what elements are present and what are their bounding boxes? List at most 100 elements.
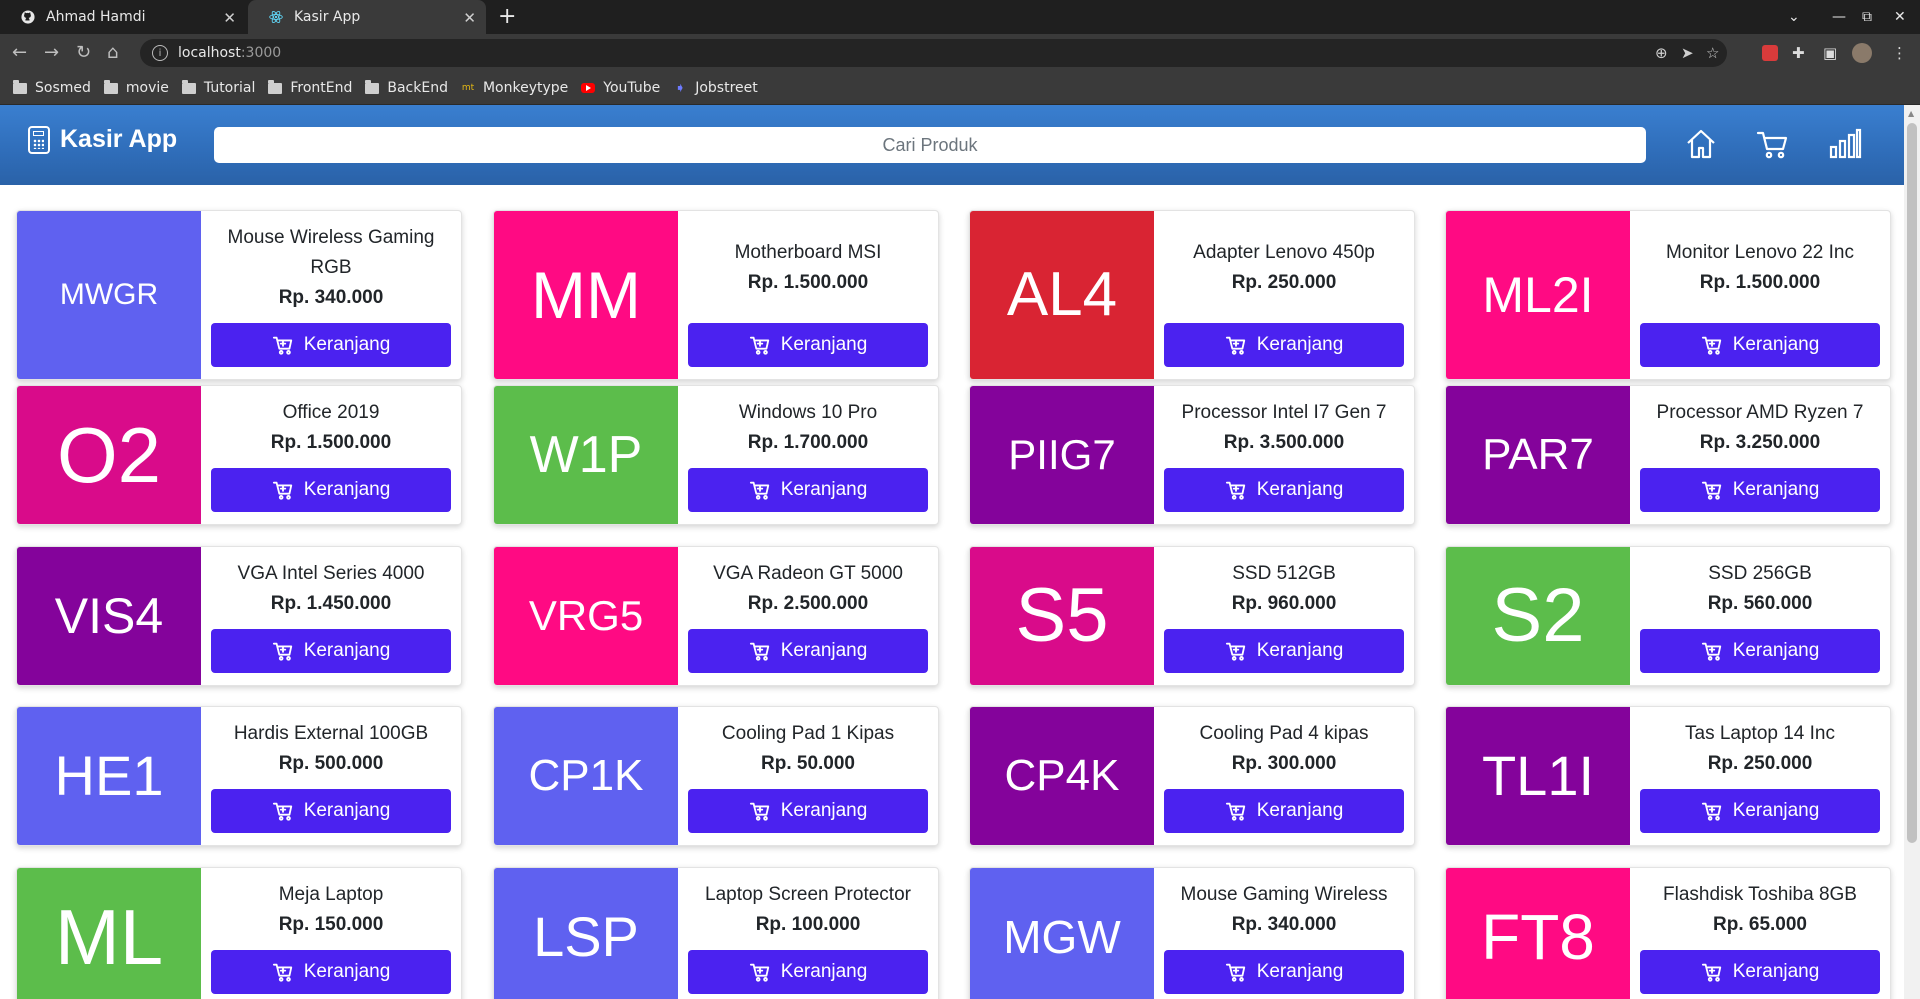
product-card[interactable]: PAR7 Processor AMD Ryzen 7 Rp. 3.250.000 Ke… <box>1445 385 1891 525</box>
product-price: Rp. 1.450.000 <box>270 593 392 614</box>
product-code: VIS4 <box>54 588 164 644</box>
cart-plus-icon <box>1225 961 1257 983</box>
new-tab-icon[interactable]: + <box>498 4 516 29</box>
profile-avatar[interactable] <box>1852 42 1872 64</box>
product-card[interactable]: ML2I Monitor Lenovo 22 Inc Rp. 1.500.000 Ke… <box>1445 210 1891 380</box>
add-to-cart-button[interactable]: Keranjang <box>688 789 928 833</box>
product-card[interactable]: VIS4 VGA Intel Series 4000 Rp. 1.450.000 Ke… <box>16 546 462 686</box>
add-to-cart-button[interactable]: Keranjang <box>211 629 451 673</box>
side-panel-icon[interactable]: ▣ <box>1823 42 1837 64</box>
product-code: AL4 <box>1006 260 1118 329</box>
add-to-cart-button[interactable]: Keranjang <box>1640 789 1880 833</box>
product-card[interactable]: LSP Laptop Screen Protector Rp. 100.000 Ker… <box>493 867 939 999</box>
product-card[interactable]: O2 Office 2019 Rp. 1.500.000 Keranjang <box>16 385 462 525</box>
product-name: Office 2019 <box>282 402 380 423</box>
product-card[interactable]: W1P Windows 10 Pro Rp. 1.700.000 Keranjang <box>493 385 939 525</box>
product-thumbnail: CP4K <box>970 707 1154 845</box>
window-close-icon[interactable]: ✕ <box>1894 0 1906 34</box>
product-thumbnail: ML <box>17 868 201 999</box>
add-to-cart-button[interactable]: Keranjang <box>211 950 451 994</box>
product-card[interactable]: MGW Mouse Gaming Wireless Rp. 340.000 Keran… <box>969 867 1415 999</box>
add-to-cart-button[interactable]: Keranjang <box>1164 323 1404 367</box>
product-thumbnail: VRG5 <box>494 547 678 685</box>
product-code: LSP <box>533 905 639 968</box>
product-card[interactable]: CP4K Cooling Pad 4 kipas Rp. 300.000 Keranj… <box>969 706 1415 846</box>
extension-red-icon[interactable] <box>1762 42 1778 64</box>
bookmark-jobstreet[interactable]: ➧ Jobstreet <box>673 80 758 96</box>
add-to-cart-button[interactable]: Keranjang <box>211 468 451 512</box>
scroll-thumb[interactable] <box>1907 123 1917 843</box>
product-card[interactable]: TL1I Tas Laptop 14 Inc Rp. 250.000 Keranjan… <box>1445 706 1891 846</box>
add-to-cart-button[interactable]: Keranjang <box>1164 468 1404 512</box>
forward-icon[interactable]: → <box>44 42 59 63</box>
product-card[interactable]: MM Motherboard MSI Rp. 1.500.000 Keranjang <box>493 210 939 380</box>
add-to-cart-button[interactable]: Keranjang <box>1640 468 1880 512</box>
zoom-icon[interactable]: ⊕ <box>1655 39 1668 67</box>
back-icon[interactable]: ← <box>12 42 27 63</box>
page-scrollbar[interactable]: ▲ <box>1904 105 1920 999</box>
add-to-cart-button[interactable]: Keranjang <box>1640 629 1880 673</box>
bookmark-tutorial[interactable]: Tutorial <box>181 79 255 96</box>
add-to-cart-button[interactable]: Keranjang <box>1164 629 1404 673</box>
bookmark-sosmed[interactable]: Sosmed <box>13 79 91 96</box>
tab-kasir-app[interactable]: Kasir App ✕ <box>248 0 486 34</box>
share-icon[interactable]: ➤ <box>1681 39 1694 67</box>
bookmark-movie[interactable]: movie <box>103 79 169 96</box>
scroll-up-icon[interactable]: ▲ <box>1908 109 1914 118</box>
button-label: Keranjang <box>1256 334 1344 355</box>
extensions-puzzle-icon[interactable]: ✚ <box>1792 42 1805 64</box>
product-card[interactable]: S2 SSD 256GB Rp. 560.000 Keranjang <box>1445 546 1891 686</box>
button-label: Keranjang <box>303 479 391 500</box>
add-to-cart-button[interactable]: Keranjang <box>688 950 928 994</box>
chart-icon[interactable] <box>1828 127 1864 163</box>
product-name: Laptop Screen Protector <box>705 884 911 905</box>
product-thumbnail: S5 <box>970 547 1154 685</box>
close-icon[interactable]: ✕ <box>223 9 236 27</box>
app-navbar: Kasir App <box>0 105 1904 185</box>
close-icon[interactable]: ✕ <box>463 9 476 27</box>
reload-icon[interactable]: ↻ <box>76 42 91 63</box>
product-card[interactable]: AL4 Adapter Lenovo 450p Rp. 250.000 Keranja… <box>969 210 1415 380</box>
bookmark-frontend[interactable]: FrontEnd <box>268 79 352 96</box>
tab-search-icon[interactable]: ⌄ <box>1788 0 1800 34</box>
product-code: W1P <box>529 426 643 484</box>
search-input[interactable] <box>214 127 1646 163</box>
add-to-cart-button[interactable]: Keranjang <box>688 468 928 512</box>
bookmark-youtube[interactable]: YouTube <box>581 80 660 96</box>
product-card[interactable]: PIIG7 Processor Intel I7 Gen 7 Rp. 3.500.0… <box>969 385 1415 525</box>
add-to-cart-button[interactable]: Keranjang <box>1640 323 1880 367</box>
product-card[interactable]: MWGR Mouse Wireless Gaming RGB Rp. 340.000… <box>16 210 462 380</box>
brand-title: Kasir App <box>60 125 178 153</box>
add-to-cart-button[interactable]: Keranjang <box>211 789 451 833</box>
tab-title: Ahmad Hamdi <box>46 9 146 25</box>
bookmark-backend[interactable]: BackEnd <box>365 79 448 96</box>
cart-icon[interactable] <box>1755 127 1791 163</box>
product-card[interactable]: HE1 Hardis External 100GB Rp. 500.000 Keran… <box>16 706 462 846</box>
add-to-cart-button[interactable]: Keranjang <box>1164 789 1404 833</box>
add-to-cart-button[interactable]: Keranjang <box>1640 950 1880 994</box>
add-to-cart-button[interactable]: Keranjang <box>688 629 928 673</box>
add-to-cart-button[interactable]: Keranjang <box>688 323 928 367</box>
product-code: S2 <box>1491 573 1585 658</box>
product-name: Cooling Pad 4 kipas <box>1199 723 1369 744</box>
bookmark-monkeytype[interactable]: mt Monkeytype <box>461 80 568 96</box>
site-info-icon[interactable]: i <box>152 45 168 61</box>
product-info: Office 2019 Rp. 1.500.000 Keranjang <box>201 386 461 524</box>
home-browser-icon[interactable]: ⌂ <box>107 42 118 63</box>
address-bar[interactable]: i localhost:3000 ⊕ ➤ ☆ <box>140 39 1727 67</box>
product-card[interactable]: FT8 Flashdisk Toshiba 8GB Rp. 65.000 Keranj… <box>1445 867 1891 999</box>
home-icon[interactable] <box>1684 127 1720 163</box>
menu-dots-icon[interactable]: ⋮ <box>1892 42 1907 64</box>
product-card[interactable]: CP1K Cooling Pad 1 Kipas Rp. 50.000 Keranja… <box>493 706 939 846</box>
bookmark-star-icon[interactable]: ☆ <box>1706 39 1719 67</box>
product-info: Processor AMD Ryzen 7 Rp. 3.250.000 Keranj… <box>1630 386 1890 524</box>
product-card[interactable]: S5 SSD 512GB Rp. 960.000 Keranjang <box>969 546 1415 686</box>
add-to-cart-button[interactable]: Keranjang <box>211 323 451 367</box>
brand[interactable]: Kasir App <box>28 125 177 154</box>
add-to-cart-button[interactable]: Keranjang <box>1164 950 1404 994</box>
product-card[interactable]: VRG5 VGA Radeon GT 5000 Rp. 2.500.000 Keran… <box>493 546 939 686</box>
product-card[interactable]: ML Meja Laptop Rp. 150.000 Keranjang <box>16 867 462 999</box>
tab-ahmad-hamdi[interactable]: Ahmad Hamdi ✕ <box>0 0 246 34</box>
minimize-icon[interactable]: — <box>1832 0 1846 34</box>
restore-icon[interactable]: ⧉ <box>1862 0 1872 34</box>
